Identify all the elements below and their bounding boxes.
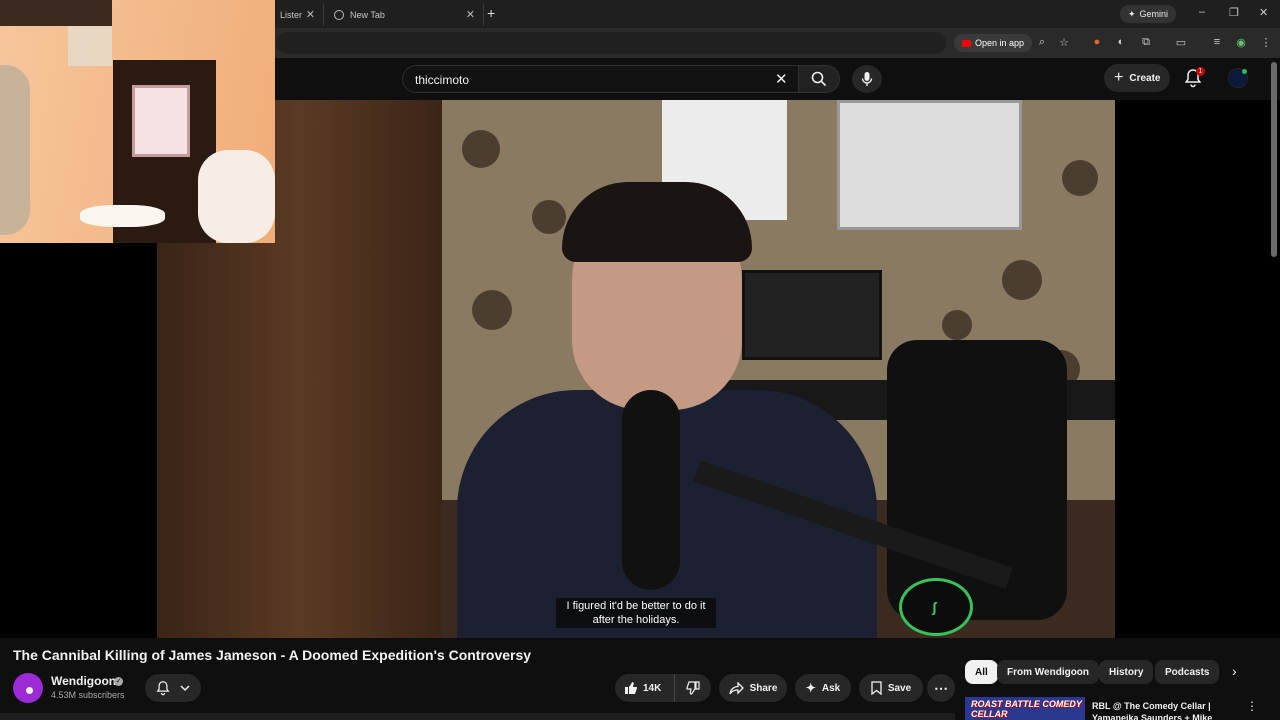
subtitle-caption: I figured it'd be better to do it after …	[556, 598, 716, 628]
youtube-icon	[962, 39, 971, 47]
chip-all[interactable]: All	[965, 660, 998, 684]
channel-logo-badge: ʃ	[899, 578, 973, 636]
share-icon	[728, 681, 744, 695]
globe-icon	[334, 10, 344, 20]
video-frame: ʃ	[157, 100, 1115, 638]
tab-new-tab[interactable]: New Tab ✕	[326, 4, 484, 26]
mic-icon	[861, 72, 873, 86]
account-avatar[interactable]	[1228, 68, 1248, 88]
sparkle-icon: ✦	[1128, 8, 1136, 19]
verified-icon: ✓	[114, 677, 123, 686]
chevron-right-icon[interactable]: ›	[1232, 663, 1237, 679]
gemini-label: Gemini	[1139, 9, 1169, 19]
new-tab-plus-icon[interactable]: +	[487, 5, 495, 21]
restore-icon[interactable]: ❐	[1229, 6, 1239, 19]
webcam-shelf-top	[0, 0, 112, 26]
channel-name[interactable]: Wendigoon	[51, 674, 116, 688]
webcam-poster	[68, 26, 112, 66]
tab-label: New Tab	[350, 10, 385, 20]
open-in-app-label: Open in app	[975, 38, 1025, 48]
like-icon	[625, 682, 637, 694]
share-button[interactable]: Share	[719, 674, 787, 702]
microphone	[622, 390, 680, 590]
plus-icon: +	[1114, 69, 1124, 86]
more-icon[interactable]: ⋮	[1258, 34, 1274, 50]
webcam-lamp	[80, 205, 165, 227]
webcam-person	[0, 65, 30, 235]
search-input[interactable]: thiccimoto ✕	[402, 65, 798, 93]
create-button[interactable]: + Create	[1104, 64, 1171, 92]
presenter-hair	[562, 182, 752, 262]
address-bar[interactable]	[276, 32, 946, 54]
gemini-button[interactable]: ✦ Gemini	[1120, 5, 1177, 23]
close-window-icon[interactable]: ✕	[1259, 6, 1268, 19]
bell-icon	[156, 681, 170, 696]
star-icon[interactable]: ☆	[1056, 34, 1072, 50]
recommended-video[interactable]: ROAST BATTLE COMEDY CELLAR RBL @ The Com…	[965, 697, 1280, 720]
close-icon[interactable]: ✕	[466, 8, 475, 21]
ask-button[interactable]: ✦ Ask	[795, 674, 851, 702]
tab-lister[interactable]: Lister ✕	[276, 4, 324, 26]
channel-avatar[interactable]	[13, 673, 43, 703]
extension-icon[interactable]: ◐	[1113, 34, 1129, 50]
screen: Lister ✕ New Tab ✕ + ✦ Gemini – ❐ ✕ Open…	[0, 0, 1280, 720]
subscriber-count: 4.53M subscribers	[51, 690, 125, 700]
zoom-icon[interactable]: ⌕	[1034, 34, 1050, 50]
recommended-title[interactable]: RBL @ The Comedy Cellar | Yamaneika Saun…	[1092, 700, 1242, 720]
monitor	[742, 270, 882, 360]
webcam-chair	[198, 150, 275, 243]
search-icon	[811, 71, 827, 87]
ask-label: Ask	[821, 682, 841, 694]
puzzle-icon[interactable]: ⧉	[1138, 34, 1154, 50]
cast-icon[interactable]: ▭	[1173, 34, 1189, 50]
chevron-down-icon	[180, 685, 190, 692]
save-button[interactable]: Save	[859, 674, 923, 702]
webcam-picture-frame	[132, 85, 190, 157]
open-in-app-button[interactable]: Open in app	[954, 34, 1033, 52]
caption-line-1: I figured it'd be better to do it	[566, 600, 706, 612]
subscription-bell-button[interactable]	[145, 674, 201, 702]
whiteboard	[837, 100, 1022, 230]
voice-search-button[interactable]	[852, 65, 882, 93]
page-scrollbar[interactable]	[1271, 62, 1277, 257]
profile-icon[interactable]: ◉	[1233, 34, 1249, 50]
description-box-edge	[0, 713, 955, 720]
close-icon[interactable]: ✕	[775, 70, 788, 88]
chip-from-wendigoon[interactable]: From Wendigoon	[997, 660, 1100, 684]
search-value: thiccimoto	[415, 73, 470, 87]
search-button[interactable]	[798, 65, 840, 93]
more-icon[interactable]: ⋮	[1246, 699, 1258, 713]
close-icon[interactable]: ✕	[306, 8, 315, 21]
save-label: Save	[887, 682, 912, 694]
chip-podcasts[interactable]: Podcasts	[1155, 660, 1220, 684]
sparkle-icon: ✦	[805, 681, 816, 695]
video-title: The Cannibal Killing of James Jameson - …	[13, 647, 532, 663]
like-count: 14K	[643, 682, 662, 694]
bookmark-icon	[871, 681, 882, 695]
extension-icon[interactable]: ●	[1089, 34, 1105, 50]
like-button[interactable]: 14K	[615, 674, 675, 702]
logo-mark: ʃ	[932, 599, 937, 615]
recommended-thumbnail[interactable]: ROAST BATTLE COMEDY CELLAR	[965, 697, 1085, 720]
caption-line-2: after the holidays.	[592, 614, 680, 626]
create-label: Create	[1129, 72, 1161, 84]
chip-history[interactable]: History	[1099, 660, 1154, 684]
like-dislike-group: 14K	[615, 674, 711, 702]
media-icon[interactable]: ≡	[1209, 34, 1225, 50]
share-label: Share	[749, 682, 778, 694]
more-actions-button[interactable]: ⋯	[927, 674, 955, 702]
webcam-overlay	[0, 0, 275, 243]
notification-badge: 1	[1196, 67, 1205, 76]
more-icon: ⋯	[934, 679, 948, 696]
dislike-icon	[686, 681, 700, 695]
thumbnail-text: ROAST BATTLE COMEDY CELLAR	[971, 699, 1082, 719]
dislike-button[interactable]	[675, 681, 711, 695]
tab-label: Lister	[280, 10, 303, 20]
minimize-icon[interactable]: –	[1199, 6, 1205, 18]
